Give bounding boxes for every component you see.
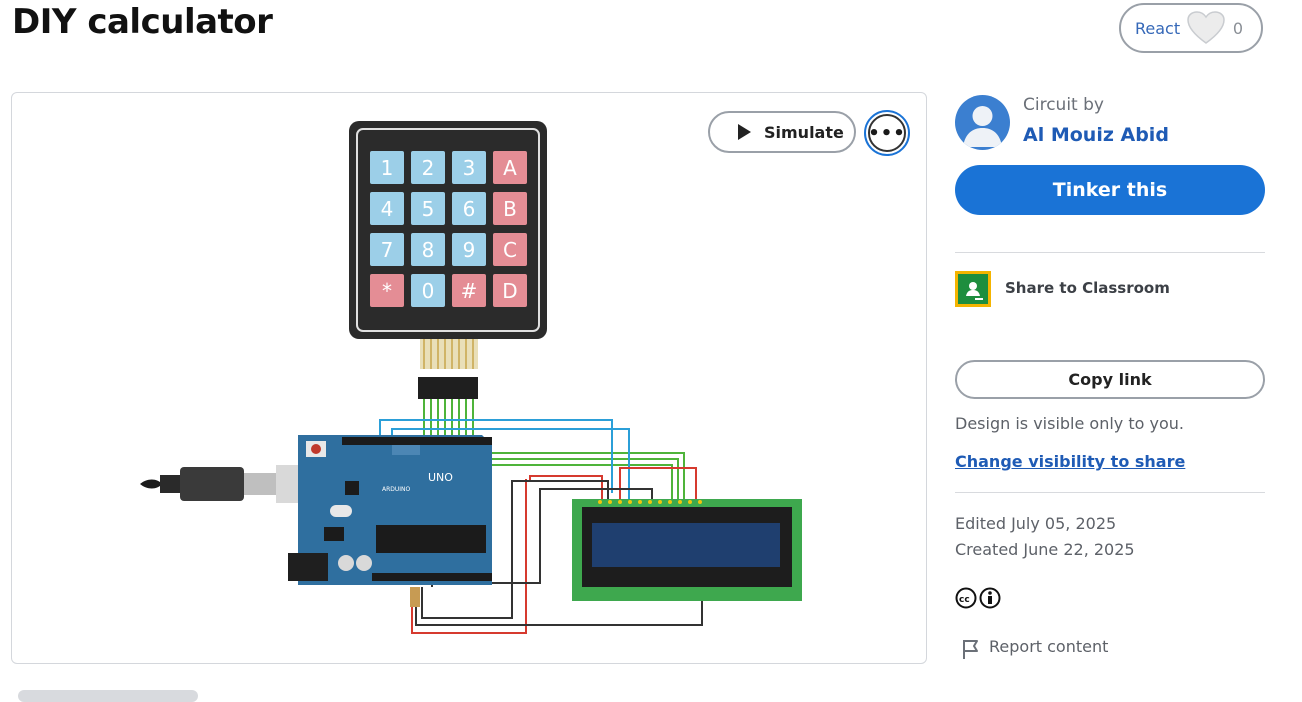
arduino-brand: ARDUINO <box>382 486 411 493</box>
divider <box>955 252 1265 253</box>
react-button[interactable]: React 0 <box>1119 3 1263 53</box>
circuit-diagram: 1 2 3 A 4 5 6 B 7 8 9 C * 0 # D UNO ARDUINO <box>140 121 802 634</box>
license-badges[interactable]: cc <box>955 587 1001 609</box>
divider <box>955 492 1265 493</box>
simulate-button[interactable]: Simulate <box>708 111 856 153</box>
keypad-key-label: 3 <box>463 156 476 180</box>
keypad-key-label: * <box>382 279 392 303</box>
keypad-key-label: 8 <box>422 238 435 262</box>
react-label: React <box>1135 18 1181 38</box>
keypad-key-label: 9 <box>463 238 476 262</box>
heart-icon <box>1187 11 1226 44</box>
keypad-key-label: C <box>503 238 517 262</box>
attribution-icon <box>979 587 1001 609</box>
copy-link-button[interactable]: Copy link <box>955 360 1265 399</box>
react-count: 0 <box>1232 18 1243 38</box>
flag-icon <box>963 640 978 659</box>
share-classroom-link[interactable]: Share to Classroom <box>1005 279 1170 297</box>
change-visibility-link[interactable]: Change visibility to share <box>955 452 1185 471</box>
svg-text:cc: cc <box>959 595 970 605</box>
more-options-button[interactable]: ••• <box>864 110 910 156</box>
user-icon <box>963 106 1002 147</box>
author-link[interactable]: Al Mouiz Abid <box>1023 124 1169 146</box>
visibility-note: Design is visible only to you. <box>955 414 1184 433</box>
lcd-display <box>572 499 802 601</box>
avatar[interactable] <box>955 95 1010 150</box>
usb-cable <box>140 465 314 503</box>
creative-commons-icon: cc <box>955 587 977 609</box>
play-icon <box>738 124 751 140</box>
arduino-label: UNO <box>428 471 453 484</box>
page-title: DIY calculator <box>12 2 273 42</box>
arduino-board: UNO ARDUINO <box>288 435 492 607</box>
keypad-key-label: D <box>502 279 517 303</box>
keypad-key-label: 4 <box>381 197 394 221</box>
report-content-link[interactable]: Report content <box>989 637 1108 656</box>
circuit-by-label: Circuit by <box>1023 95 1104 115</box>
keypad-key-label: 6 <box>463 197 476 221</box>
keypad-key-label: # <box>461 279 478 303</box>
tinker-this-button[interactable]: Tinker this <box>955 165 1265 215</box>
edited-date: Edited July 05, 2025 <box>955 514 1117 533</box>
keypad-key-label: A <box>503 156 517 180</box>
keypad-key-label: B <box>503 197 517 221</box>
bottom-tab[interactable] <box>18 690 198 702</box>
keypad-key-label: 1 <box>381 156 394 180</box>
keypad-key-label: 2 <box>422 156 435 180</box>
keypad-key-label: 0 <box>422 279 435 303</box>
created-date: Created June 22, 2025 <box>955 540 1135 559</box>
keypad-key-label: 5 <box>422 197 435 221</box>
google-classroom-icon[interactable] <box>955 271 991 307</box>
circuit-canvas[interactable]: 1 2 3 A 4 5 6 B 7 8 9 C * 0 # D UNO ARDU… <box>11 92 927 664</box>
keypad-key-label: 7 <box>381 238 394 262</box>
more-icon: ••• <box>868 114 906 152</box>
keypad: 1 2 3 A 4 5 6 B 7 8 9 C * 0 # D <box>349 121 547 399</box>
simulate-label: Simulate <box>764 122 844 142</box>
